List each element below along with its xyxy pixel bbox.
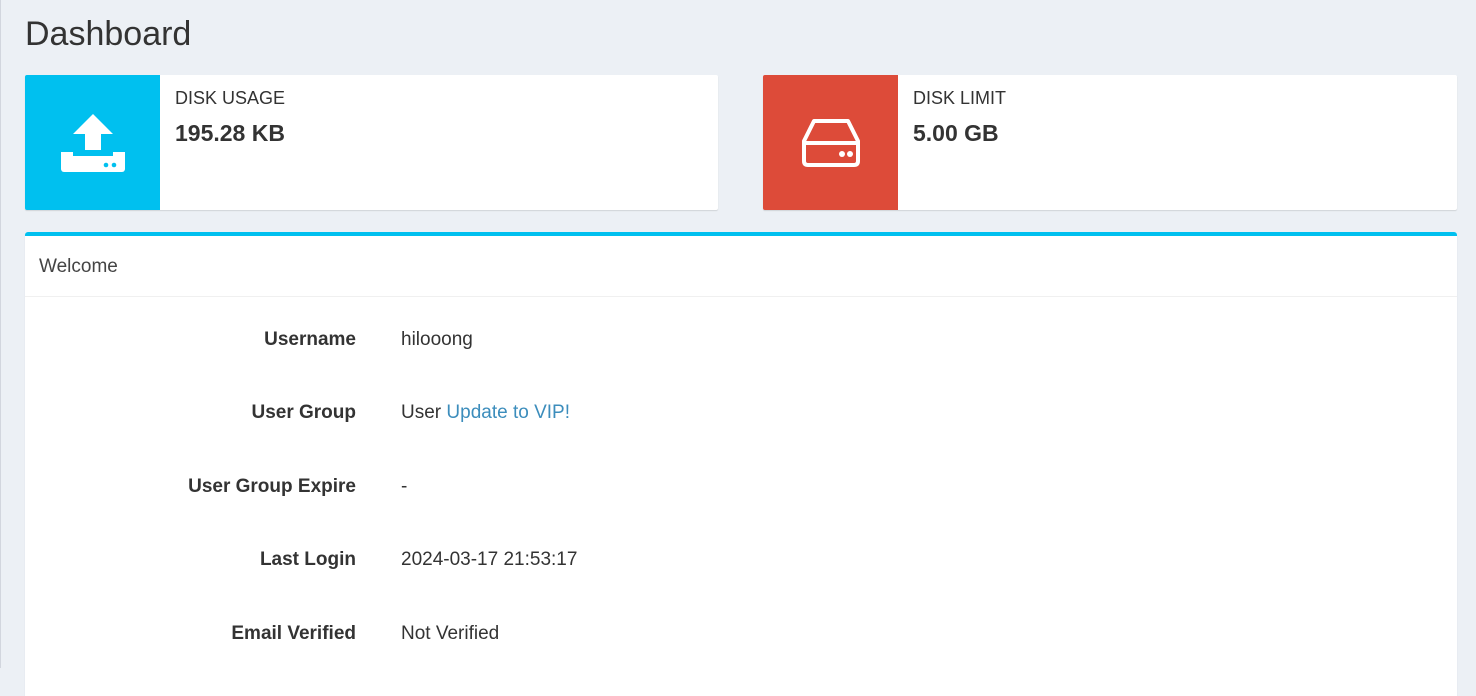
disk-usage-value: 195.28 KB (175, 120, 285, 146)
hard-drive-icon (801, 118, 860, 167)
email-verified-value: Not Verified (401, 623, 500, 644)
disk-limit-icon-box (763, 75, 898, 210)
disk-usage-box: DISK USAGE 195.28 KB (25, 75, 718, 210)
welcome-panel: Welcome Username hilooong User Group Use… (25, 232, 1457, 696)
user-group-key: User Group (251, 402, 356, 423)
disk-usage-label: DISK USAGE (175, 88, 286, 108)
last-login-key: Last Login (259, 549, 356, 570)
email-verified-row: Email Verified Not Verified (25, 623, 1457, 653)
last-login-value: 2024-03-17 21:53:17 (401, 549, 578, 570)
user-group-value: User (401, 402, 442, 423)
user-group-expire-value: - (401, 476, 408, 497)
user-group-expire-key: User Group Expire (188, 476, 356, 497)
user-group-value-wrap: User Update to VIP! (401, 402, 570, 424)
page-title: Dashboard (25, 15, 192, 53)
last-login-row: Last Login 2024-03-17 21:53:17 (25, 549, 1457, 579)
welcome-panel-header: Welcome (25, 236, 1457, 297)
username-key: Username (264, 329, 356, 350)
welcome-title: Welcome (39, 256, 118, 277)
user-group-row: User Group User Update to VIP! (25, 402, 1457, 432)
upload-icon (60, 113, 125, 172)
update-to-vip-link[interactable]: Update to VIP! (446, 402, 570, 423)
disk-limit-box: DISK LIMIT 5.00 GB (763, 75, 1457, 210)
user-group-expire-row: User Group Expire - (25, 476, 1457, 506)
username-row: Username hilooong (25, 329, 1457, 359)
disk-limit-value: 5.00 GB (913, 120, 999, 146)
email-verified-key: Email Verified (231, 623, 356, 644)
username-value: hilooong (401, 329, 473, 350)
disk-limit-label: DISK LIMIT (913, 88, 1007, 108)
disk-usage-icon-box (25, 75, 160, 210)
